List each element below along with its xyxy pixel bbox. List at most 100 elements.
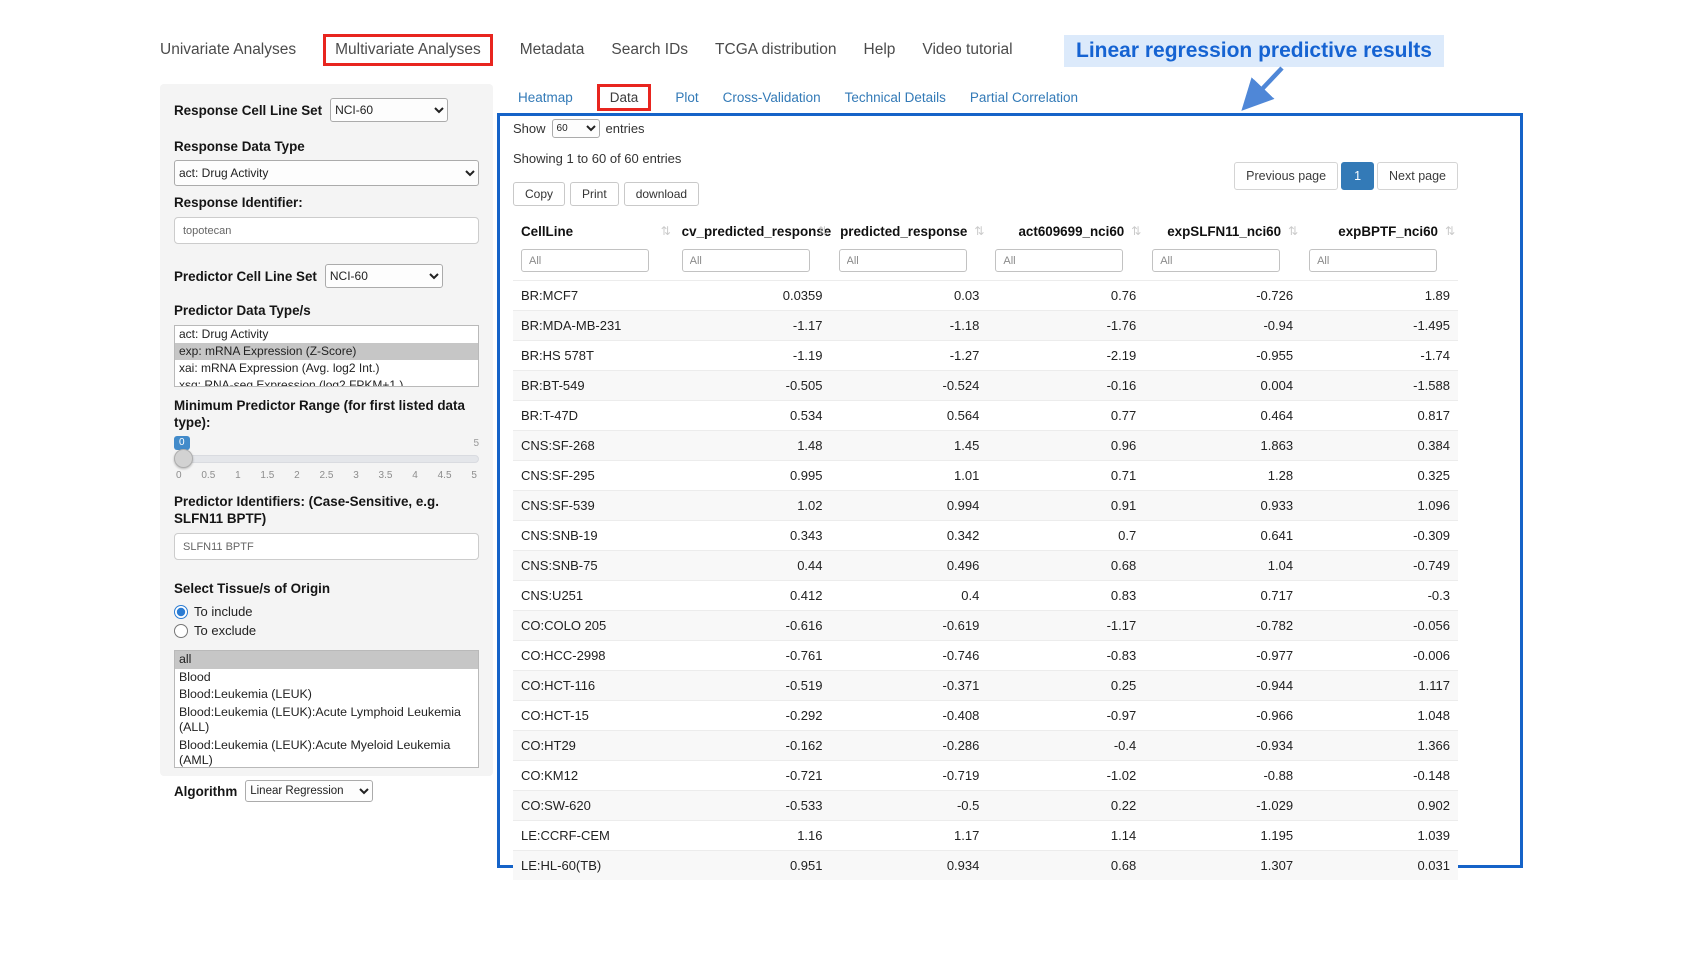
table-row[interactable]: CO:HCT-15-0.292-0.408-0.97-0.9661.048 (513, 701, 1458, 731)
previous-page-button[interactable]: Previous page (1234, 162, 1338, 190)
cell-value: -0.3 (1301, 581, 1458, 611)
table-row[interactable]: LE:HL-60(TB)0.9510.9340.681.3070.031 (513, 851, 1458, 881)
tissue-option-blood-leukemia-leuk-acute-lymphoid-leukemia-all[interactable]: Blood:Leukemia (LEUK):Acute Lymphoid Leu… (175, 704, 478, 737)
slider-tick-2-5: 2.5 (319, 470, 333, 481)
table-row[interactable]: CO:COLO 205-0.616-0.619-1.17-0.782-0.056 (513, 611, 1458, 641)
predictor-cell-line-set-select[interactable]: NCI-60 (325, 264, 443, 288)
tissue-radio-to-include[interactable]: To include (174, 604, 479, 619)
print-button[interactable]: Print (570, 182, 619, 206)
nav-item-help[interactable]: Help (864, 41, 896, 59)
filter-input-act609699-nci60[interactable] (995, 249, 1123, 272)
cell-value: -1.588 (1301, 371, 1458, 401)
sort-icon[interactable]: ⇅ (1288, 224, 1298, 238)
sort-icon[interactable]: ⇅ (974, 224, 984, 238)
sort-icon[interactable]: ⇅ (661, 224, 671, 238)
column-header-cellline[interactable]: CellLine⇅ (513, 215, 674, 247)
response-cell-line-set-select[interactable]: NCI-60 (330, 98, 448, 122)
table-row[interactable]: BR:MCF70.03590.030.76-0.7261.89 (513, 281, 1458, 311)
cell-line-name: LE:CCRF-CEM (513, 821, 674, 851)
tab-data[interactable]: Data (597, 84, 652, 111)
table-row[interactable]: BR:T-47D0.5340.5640.770.4640.817 (513, 401, 1458, 431)
filter-input-cellline[interactable] (521, 249, 649, 272)
table-row[interactable]: CO:HCC-2998-0.761-0.746-0.83-0.977-0.006 (513, 641, 1458, 671)
nav-item-video-tutorial[interactable]: Video tutorial (922, 41, 1012, 59)
algorithm-select[interactable]: Linear Regression (245, 780, 373, 802)
download-button[interactable]: download (624, 182, 699, 206)
table-row[interactable]: CNS:U2510.4120.40.830.717-0.3 (513, 581, 1458, 611)
nav-item-multivariate-analyses[interactable]: Multivariate Analyses (323, 34, 493, 66)
cell-value: 1.195 (1144, 821, 1301, 851)
cell-value: 1.45 (831, 431, 988, 461)
column-header-expbptf-nci60[interactable]: expBPTF_nci60⇅ (1301, 215, 1458, 247)
table-row[interactable]: CNS:SNB-190.3430.3420.70.641-0.309 (513, 521, 1458, 551)
cell-value: 0.325 (1301, 461, 1458, 491)
tissue-option-blood-leukemia-leuk[interactable]: Blood:Leukemia (LEUK) (175, 686, 478, 704)
predictor-identifiers-input[interactable] (174, 533, 479, 560)
predictor-data-type-option-xai-mrna-expression-avg-log2-int[interactable]: xai: mRNA Expression (Avg. log2 Int.) (175, 360, 478, 377)
predictor-data-type-option-exp-mrna-expression-z-score[interactable]: exp: mRNA Expression (Z-Score) (175, 343, 478, 360)
table-row[interactable]: CO:HCT-116-0.519-0.3710.25-0.9441.117 (513, 671, 1458, 701)
column-header-expslfn11-nci60[interactable]: expSLFN11_nci60⇅ (1144, 215, 1301, 247)
column-header-cv-predicted-response[interactable]: cv_predicted_response⇅ (674, 215, 831, 247)
predictor-data-type-listbox[interactable]: act: Drug Activityexp: mRNA Expression (… (174, 325, 479, 387)
radio-to-include[interactable] (174, 605, 188, 619)
predictor-data-type-option-xsq-rna-seq-expression-log2-fpkm-1[interactable]: xsq: RNA-seq Expression (log2 FPKM+1.) (175, 377, 478, 387)
sort-icon[interactable]: ⇅ (1131, 224, 1141, 238)
predictor-cell-line-set-label: Predictor Cell Line Set (174, 268, 317, 285)
nav-item-search-ids[interactable]: Search IDs (611, 41, 688, 59)
cell-value: 1.14 (987, 821, 1144, 851)
table-row[interactable]: CO:SW-620-0.533-0.50.22-1.0290.902 (513, 791, 1458, 821)
table-row[interactable]: BR:MDA-MB-231-1.17-1.18-1.76-0.94-1.495 (513, 311, 1458, 341)
filter-input-cv-predicted-response[interactable] (682, 249, 810, 272)
filter-input-expbptf-nci60[interactable] (1309, 249, 1437, 272)
copy-button[interactable]: Copy (513, 182, 565, 206)
table-row[interactable]: CO:HT29-0.162-0.286-0.4-0.9341.366 (513, 731, 1458, 761)
sort-icon[interactable]: ⇅ (817, 224, 827, 238)
response-data-type-select[interactable]: act: Drug Activity (174, 160, 479, 186)
tissue-option-all[interactable]: all (175, 651, 478, 669)
cell-value: 0.25 (987, 671, 1144, 701)
filter-input-expslfn11-nci60[interactable] (1152, 249, 1280, 272)
tissue-option-blood[interactable]: Blood (175, 669, 478, 687)
slider-tick-4: 4 (412, 470, 418, 481)
nav-item-tcga-distribution[interactable]: TCGA distribution (715, 41, 836, 59)
table-row[interactable]: CNS:SF-2681.481.450.961.8630.384 (513, 431, 1458, 461)
table-row[interactable]: CNS:SF-2950.9951.010.711.280.325 (513, 461, 1458, 491)
sort-icon[interactable]: ⇅ (1445, 224, 1455, 238)
tissue-listbox[interactable]: allBloodBlood:Leukemia (LEUK)Blood:Leuke… (174, 650, 479, 768)
cell-value: -0.056 (1301, 611, 1458, 641)
slider-handle[interactable] (174, 449, 193, 468)
tab-heatmap[interactable]: Heatmap (518, 90, 573, 105)
annotation-arrow (1222, 62, 1296, 120)
column-header-act609699-nci60[interactable]: act609699_nci60⇅ (987, 215, 1144, 247)
response-identifier-input[interactable] (174, 217, 479, 244)
cell-value: -0.162 (674, 731, 831, 761)
current-page-button[interactable]: 1 (1341, 162, 1374, 190)
cell-value: 0.0359 (674, 281, 831, 311)
cell-line-name: CO:HT29 (513, 731, 674, 761)
column-header-predicted-response[interactable]: predicted_response⇅ (831, 215, 988, 247)
tissue-option-blood-leukemia-leuk-acute-myeloid-leukemia-aml[interactable]: Blood:Leukemia (LEUK):Acute Myeloid Leuk… (175, 737, 478, 769)
nav-item-metadata[interactable]: Metadata (520, 41, 585, 59)
table-row[interactable]: CO:KM12-0.721-0.719-1.02-0.88-0.148 (513, 761, 1458, 791)
tab-technical-details[interactable]: Technical Details (845, 90, 946, 105)
table-row[interactable]: CNS:SF-5391.020.9940.910.9331.096 (513, 491, 1458, 521)
tab-cross-validation[interactable]: Cross-Validation (723, 90, 821, 105)
table-row[interactable]: CNS:SNB-750.440.4960.681.04-0.749 (513, 551, 1458, 581)
slider-track[interactable] (174, 455, 479, 463)
tab-plot[interactable]: Plot (675, 90, 698, 105)
radio-to-exclude[interactable] (174, 624, 188, 638)
tissue-radio-to-exclude[interactable]: To exclude (174, 623, 479, 638)
cell-line-name: CO:SW-620 (513, 791, 674, 821)
table-row[interactable]: LE:CCRF-CEM1.161.171.141.1951.039 (513, 821, 1458, 851)
predictor-data-type-option-act-drug-activity[interactable]: act: Drug Activity (175, 326, 478, 343)
next-page-button[interactable]: Next page (1377, 162, 1458, 190)
table-row[interactable]: BR:BT-549-0.505-0.524-0.160.004-1.588 (513, 371, 1458, 401)
show-entries-select[interactable]: 60 (552, 119, 600, 138)
filter-input-predicted-response[interactable] (839, 249, 967, 272)
table-row[interactable]: BR:HS 578T-1.19-1.27-2.19-0.955-1.74 (513, 341, 1458, 371)
filter-cell-expbptf-nci60 (1301, 247, 1458, 281)
cell-line-name: CNS:SF-268 (513, 431, 674, 461)
tab-partial-correlation[interactable]: Partial Correlation (970, 90, 1078, 105)
nav-item-univariate-analyses[interactable]: Univariate Analyses (160, 41, 296, 59)
